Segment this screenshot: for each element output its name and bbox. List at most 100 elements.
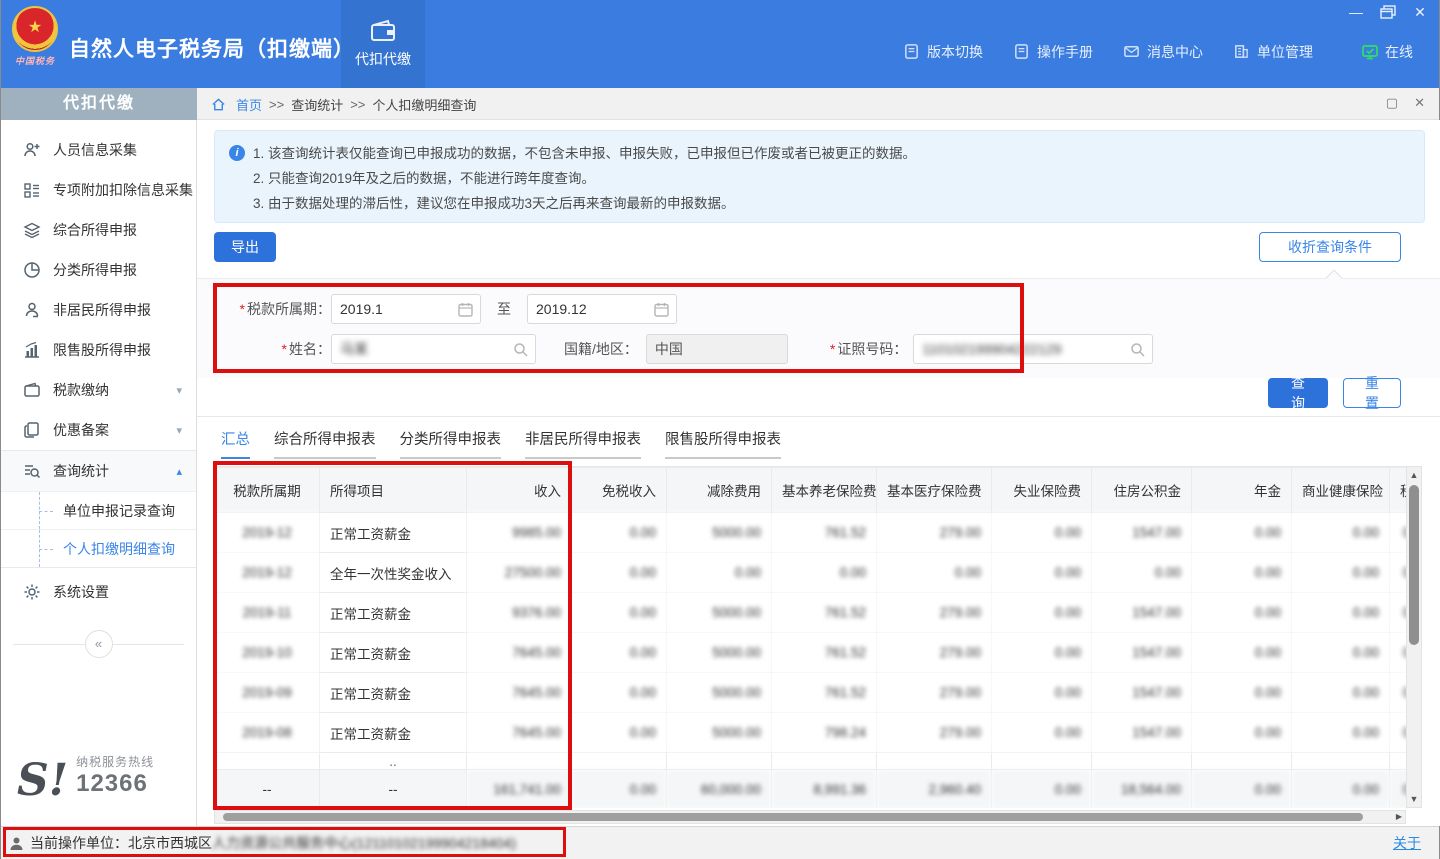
- sidebar-item-label: 人员信息采集: [53, 140, 137, 160]
- menu-manual[interactable]: 操作手册: [1013, 42, 1093, 62]
- sidebar-item-preferential[interactable]: 优惠备案 ▾: [1, 410, 196, 450]
- result-tabs: 汇总 综合所得申报表 分类所得申报表 非居民所得申报表 限售股所得申报表: [221, 428, 781, 459]
- tab-classified[interactable]: 分类所得申报表: [400, 428, 502, 459]
- scroll-right-icon[interactable]: ▶: [1393, 811, 1405, 823]
- reset-button[interactable]: 重置: [1343, 378, 1401, 408]
- table-cell: [572, 753, 667, 770]
- table-row[interactable]: 2019-11正常工资薪金9376.000.005000.00761.52279…: [215, 593, 1407, 633]
- sidebar-collapse-row: «: [1, 630, 196, 660]
- tab-restricted[interactable]: 限售股所得申报表: [665, 428, 781, 459]
- sidebar-item-label: 查询统计: [53, 461, 109, 481]
- sidebar-item-label: 系统设置: [53, 582, 109, 602]
- menu-message-center[interactable]: 消息中心: [1123, 42, 1203, 62]
- horizontal-scrollbar[interactable]: ▶: [214, 810, 1406, 824]
- table-row-partial[interactable]: ..: [215, 753, 1407, 770]
- collapse-query-button[interactable]: 收折查询条件: [1259, 232, 1401, 262]
- menu-version-switch[interactable]: 版本切换: [903, 42, 983, 62]
- table-row[interactable]: 2019-12全年一次性奖金收入27500.000.000.000.000.00…: [215, 553, 1407, 593]
- table-row[interactable]: 2019-08正常工资薪金7645.000.005000.00798.24279…: [215, 713, 1407, 753]
- vertical-scroll-thumb[interactable]: [1409, 485, 1419, 645]
- tab-comprehensive[interactable]: 综合所得申报表: [274, 428, 376, 459]
- col-income[interactable]: 收入: [467, 468, 572, 513]
- calendar-icon[interactable]: [457, 301, 474, 318]
- table-cell: 0.00: [572, 673, 667, 713]
- sidebar-subitem-label: 个人扣缴明细查询: [63, 541, 175, 557]
- table-cell: 0.00: [1292, 553, 1390, 593]
- search-icon[interactable]: [512, 341, 529, 358]
- col-clipped[interactable]: 税: [1390, 468, 1407, 513]
- menu-unit-management[interactable]: 单位管理: [1233, 42, 1313, 62]
- table-row-total: ----161,741.000.0060,000.008,991.362,960…: [215, 770, 1407, 809]
- table-row[interactable]: 2019-12正常工资薪金9985.000.005000.00761.52279…: [215, 513, 1407, 553]
- chevron-up-icon: ▴: [176, 465, 182, 478]
- period-from-input[interactable]: 2019.1: [331, 294, 481, 324]
- table-row[interactable]: 2019-09正常工资薪金7645.000.005000.00761.52279…: [215, 673, 1407, 713]
- col-tax-free-income[interactable]: 免税收入: [572, 468, 667, 513]
- sidebar-item-special-deduction[interactable]: 专项附加扣除信息采集: [1, 170, 196, 210]
- panel-close-icon[interactable]: ✕: [1414, 95, 1425, 111]
- notice-line-1: 1. 该查询统计表仅能查询已申报成功的数据，不包含未申报、申报失败，已申报但已作…: [253, 141, 916, 166]
- table-cell: 7645.00: [467, 633, 572, 673]
- table-cell: 9376.00: [467, 593, 572, 633]
- mail-icon: [1123, 43, 1141, 61]
- sidebar-subitem-personal-query[interactable]: 个人扣缴明细查询: [1, 529, 196, 567]
- restore-icon[interactable]: [1379, 4, 1397, 20]
- sidebar-item-personnel[interactable]: 人员信息采集: [1, 130, 196, 170]
- name-value: 马某: [340, 339, 368, 359]
- col-health-insurance[interactable]: 商业健康保险: [1292, 468, 1390, 513]
- sidebar-item-system-settings[interactable]: 系统设置: [1, 572, 196, 612]
- minimize-icon[interactable]: —: [1347, 4, 1365, 20]
- sidebar-item-label: 专项附加扣除信息采集: [53, 180, 193, 200]
- sidebar-item-restricted-stock[interactable]: 限售股所得申报: [1, 330, 196, 370]
- app-header: ★ 中国税务 自然人电子税务局（扣缴端） 代扣代缴 版本切换 操作手册: [1, 0, 1439, 88]
- col-period[interactable]: 税款所属期: [215, 468, 320, 513]
- about-link[interactable]: 关于: [1393, 833, 1421, 853]
- table-cell: 正常工资薪金: [320, 593, 467, 633]
- sidebar-item-nonresident[interactable]: 非居民所得申报: [1, 290, 196, 330]
- sidebar-subitem-unit-query[interactable]: 单位申报记录查询: [1, 491, 196, 529]
- table-cell: 全年一次性奖金收入: [320, 553, 467, 593]
- table-cell: 0.00: [1292, 593, 1390, 633]
- sidebar-item-comprehensive[interactable]: 综合所得申报: [1, 210, 196, 250]
- col-pension[interactable]: 基本养老保险费: [772, 468, 877, 513]
- table-cell: 1547.00: [1092, 673, 1192, 713]
- header-tab-withholding[interactable]: 代扣代缴: [341, 0, 425, 88]
- scroll-up-icon[interactable]: ▲: [1407, 468, 1421, 482]
- panel-restore-icon[interactable]: ▢: [1386, 95, 1398, 111]
- scroll-down-icon[interactable]: ▼: [1407, 792, 1421, 806]
- col-housing-fund[interactable]: 住房公积金: [1092, 468, 1192, 513]
- period-to-input[interactable]: 2019.12: [527, 294, 677, 324]
- horizontal-scroll-thumb[interactable]: [223, 813, 1363, 821]
- sidebar-item-label: 限售股所得申报: [53, 340, 151, 360]
- calendar-icon[interactable]: [653, 301, 670, 318]
- tab-summary[interactable]: 汇总: [221, 428, 250, 459]
- col-income-item[interactable]: 所得项目: [320, 468, 467, 513]
- menu-version-label: 版本切换: [927, 42, 983, 62]
- id-number-value: 110102199904222129: [922, 341, 1061, 357]
- breadcrumb-home[interactable]: 首页: [236, 95, 262, 114]
- table-row[interactable]: 2019-10正常工资薪金7645.000.005000.00761.52279…: [215, 633, 1407, 673]
- search-icon[interactable]: [1129, 341, 1146, 358]
- sidebar-item-classified[interactable]: 分类所得申报: [1, 250, 196, 290]
- online-status-icon: [1361, 43, 1379, 61]
- col-unemployment[interactable]: 失业保险费: [992, 468, 1092, 513]
- table-header-row: 税款所属期 所得项目 收入 免税收入 减除费用 基本养老保险费 基本医疗保险费 …: [215, 468, 1407, 513]
- id-number-input[interactable]: 110102199904222129: [913, 334, 1153, 364]
- vertical-scrollbar[interactable]: ▲ ▼: [1406, 466, 1422, 808]
- table-cell: 0.00: [992, 633, 1092, 673]
- online-status[interactable]: 在线: [1361, 42, 1413, 62]
- name-input[interactable]: 马某: [331, 334, 536, 364]
- sidebar-collapse-button[interactable]: «: [85, 630, 113, 658]
- col-deduction[interactable]: 减除费用: [667, 468, 772, 513]
- breadcrumb-level1[interactable]: 查询统计: [291, 95, 343, 114]
- export-button[interactable]: 导出: [214, 232, 276, 262]
- tab-nonresident[interactable]: 非居民所得申报表: [525, 428, 641, 459]
- query-button[interactable]: 查询: [1268, 378, 1328, 408]
- sidebar-item-query-stats[interactable]: 查询统计 ▴: [1, 451, 196, 491]
- col-annuity[interactable]: 年金: [1192, 468, 1292, 513]
- period-to-value: 2019.12: [536, 301, 587, 317]
- sidebar-item-tax-payment[interactable]: 税款缴纳 ▾: [1, 370, 196, 410]
- col-medical[interactable]: 基本医疗保险费: [877, 468, 992, 513]
- close-icon[interactable]: ✕: [1411, 4, 1429, 20]
- table-cell: [877, 753, 992, 770]
